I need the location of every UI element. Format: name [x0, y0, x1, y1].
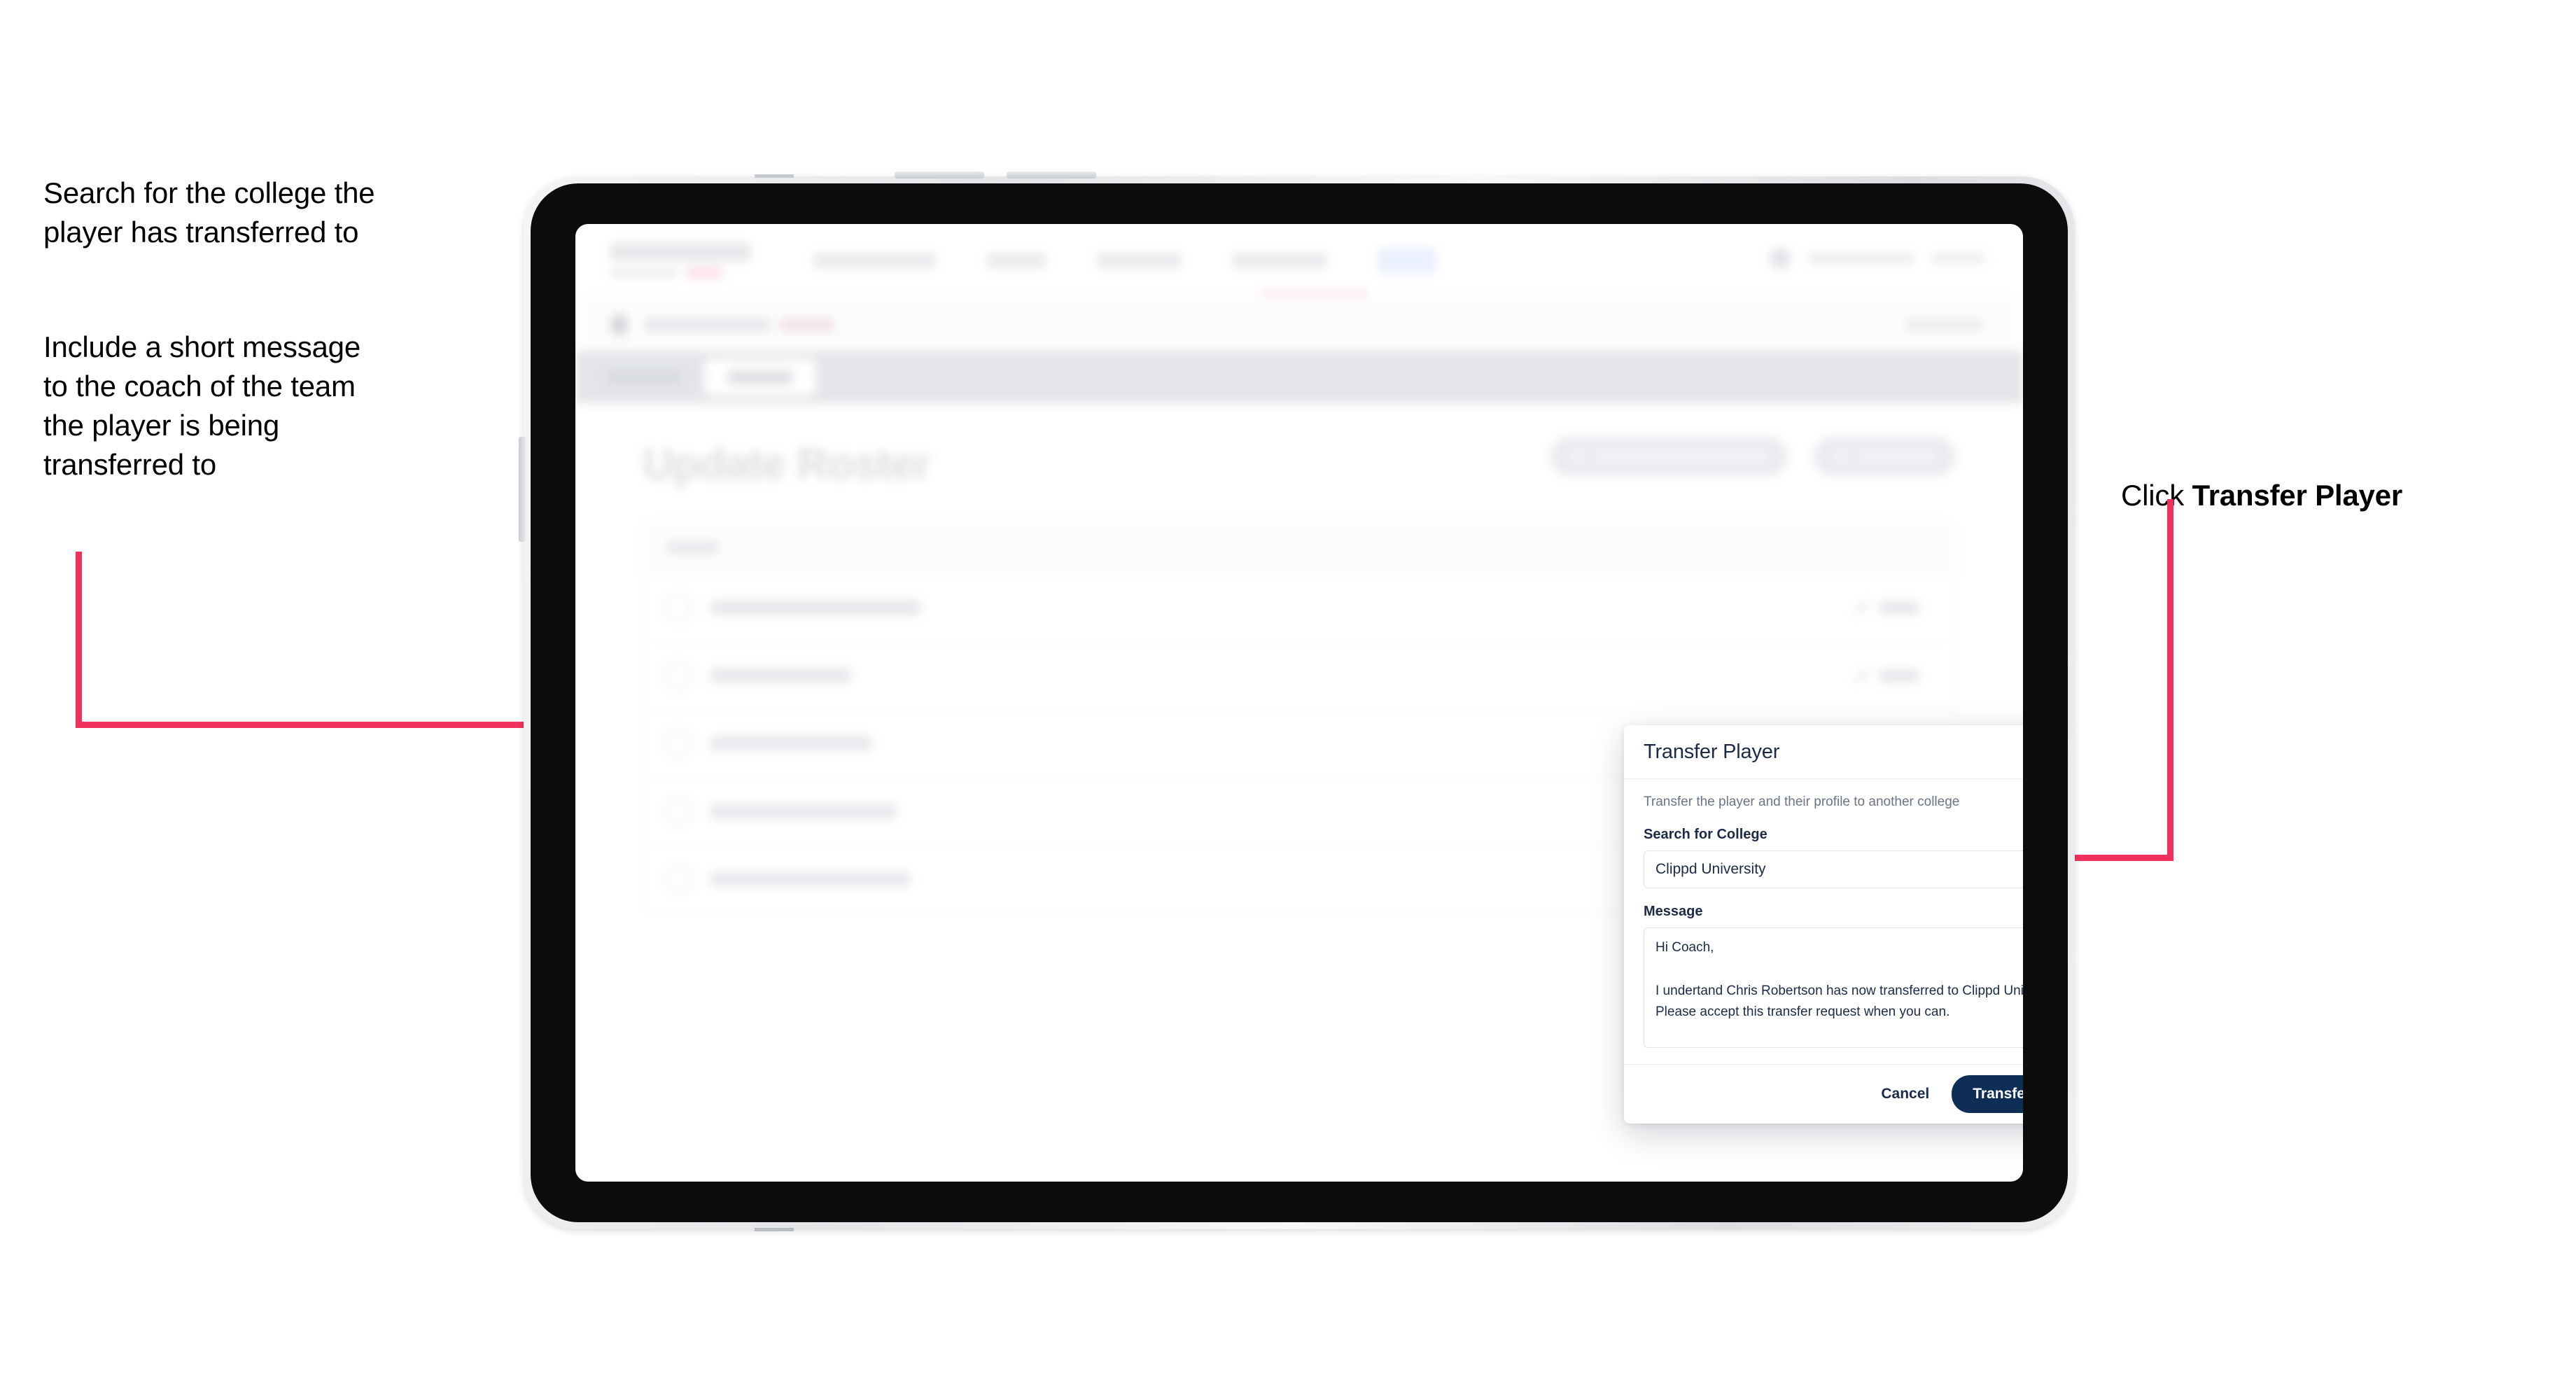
modal-body: Transfer the player and their profile to… [1624, 779, 2023, 1064]
pencil-icon [1854, 668, 1870, 683]
brand-tagline-text [610, 269, 678, 277]
power-button[interactable] [519, 437, 526, 542]
breadcrumb-action[interactable] [1905, 318, 1984, 331]
nav-item-active[interactable] [1378, 248, 1436, 273]
column-header-name [667, 541, 719, 554]
callout-line-left-vertical [76, 552, 82, 728]
annotation-include-message: Include a short message to the coach of … [43, 330, 360, 481]
tablet-screen: Update Roster Transfer Player Transfer t… [575, 224, 2023, 1182]
pencil-icon [1854, 600, 1870, 615]
breadcrumb [575, 297, 2023, 352]
avatar[interactable] [1770, 248, 1791, 269]
modal-title: Transfer Player [1644, 740, 1780, 763]
modal-header: Transfer Player [1624, 725, 2023, 779]
field-spacer [1644, 888, 2023, 904]
nav-item-1[interactable] [813, 253, 937, 268]
user-area [1770, 248, 1985, 269]
add-player-label [1859, 451, 1935, 462]
search-college-label: Search for College [1644, 827, 1768, 842]
modal-footer: Cancel Transfer Player [1624, 1064, 2023, 1124]
brand-tagline [610, 268, 757, 278]
player-name [710, 736, 872, 750]
annotation-click-target: Transfer Player [2192, 479, 2402, 512]
transfer-player-button[interactable]: Transfer Player [1952, 1075, 2023, 1113]
brand-wordmark [610, 243, 750, 261]
volume-down-button[interactable] [1007, 172, 1096, 178]
nav-item-3[interactable] [1096, 253, 1182, 268]
request-player-transfer-label [1596, 451, 1767, 462]
annotation-click-prefix: Click [2121, 479, 2192, 512]
row-checkbox[interactable] [664, 729, 692, 757]
app-top-navbar [575, 224, 2023, 297]
modal-subtitle: Transfer the player and their profile to… [1644, 794, 1960, 809]
callout-line-right-vertical [2167, 499, 2174, 860]
annotation-click-transfer: Click Transfer Player [2121, 476, 2541, 515]
player-name [710, 601, 920, 615]
row-checkbox[interactable] [664, 865, 692, 893]
breadcrumb-item-1[interactable] [644, 318, 770, 332]
tab-bar [575, 351, 2023, 403]
annotation-search-college: Search for the college the player has tr… [43, 176, 375, 248]
edit-action[interactable] [1854, 668, 1919, 683]
sign-out-link[interactable] [1932, 253, 1985, 264]
nav-item-2[interactable] [987, 253, 1046, 268]
transfer-player-modal: Transfer Player Transfer the player and … [1624, 725, 2023, 1124]
row-checkbox[interactable] [664, 797, 692, 825]
message-label: Message [1644, 904, 1703, 919]
plus-icon [1834, 449, 1848, 463]
frame-antenna-seam-bottom [755, 1228, 794, 1231]
transfer-icon [1571, 449, 1585, 463]
table-row[interactable] [643, 642, 1955, 710]
breadcrumb-item-2[interactable] [780, 318, 834, 332]
edit-label [1879, 601, 1919, 614]
nav-item-4[interactable] [1232, 253, 1327, 268]
volume-up-button[interactable] [895, 172, 984, 178]
message-textarea[interactable] [1644, 927, 2023, 1048]
nav-active-underline [1261, 291, 1368, 295]
tab-roster-label [728, 370, 792, 384]
page-title: Update Roster [643, 440, 931, 489]
primary-nav [813, 248, 1436, 273]
search-college-input[interactable] [1644, 850, 2023, 888]
row-checkbox[interactable] [664, 662, 692, 690]
breadcrumb-icon [612, 315, 627, 335]
player-name [710, 668, 850, 682]
brand-tagline-accent [686, 268, 722, 278]
edit-action[interactable] [1854, 600, 1919, 615]
tablet-bezel: Update Roster Transfer Player Transfer t… [531, 183, 2068, 1222]
edit-label [1879, 669, 1919, 682]
roster-table-header [643, 522, 1955, 574]
player-name [710, 804, 896, 818]
cancel-button[interactable]: Cancel [1877, 1079, 1933, 1110]
tab-roster[interactable] [704, 359, 816, 396]
request-player-transfer-button[interactable] [1550, 437, 1788, 476]
user-email-label [1809, 253, 1914, 264]
row-checkbox[interactable] [664, 594, 692, 622]
table-row[interactable] [643, 574, 1955, 642]
player-name [710, 872, 910, 886]
brand-logo[interactable] [610, 243, 757, 278]
frame-antenna-seam-top [755, 174, 794, 178]
add-player-button[interactable] [1813, 437, 1956, 476]
tablet-device-frame: Update Roster Transfer Player Transfer t… [519, 172, 2075, 1231]
tab-inactive[interactable] [606, 370, 682, 385]
